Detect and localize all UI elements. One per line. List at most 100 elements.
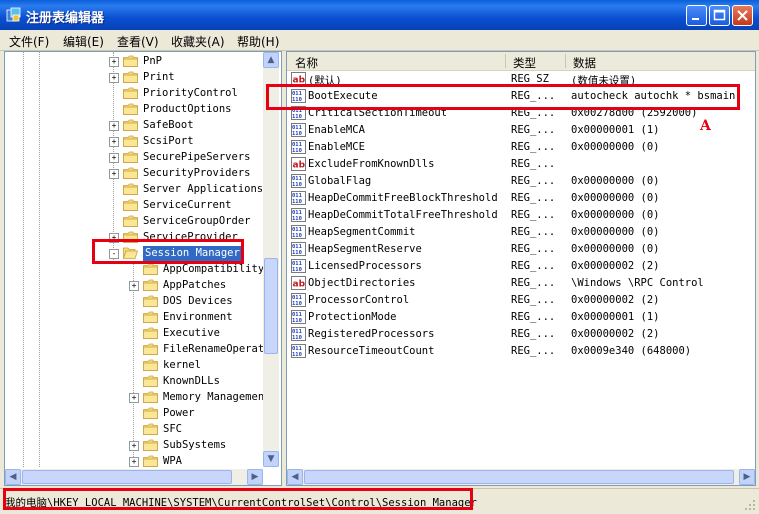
tree-item-label: KnownDLLs [163, 375, 220, 387]
expand-toggle-icon[interactable]: + [109, 169, 119, 179]
tree-vertical-scrollbar[interactable]: ▲ ▼ [263, 52, 279, 467]
close-button[interactable] [732, 5, 753, 26]
tree-item[interactable]: + ScsiPort [5, 134, 261, 150]
expand-toggle-icon[interactable]: + [129, 457, 139, 467]
title-bar[interactable]: 注册表编辑器 [0, 0, 759, 30]
value-data: \Windows \RPC Control [571, 277, 704, 289]
value-type: REG_... [511, 328, 556, 340]
tree-item-label: Environment [163, 311, 233, 323]
expand-toggle-icon[interactable]: + [109, 153, 119, 163]
menu-view[interactable]: 查看(V) [117, 33, 159, 50]
value-row[interactable]: ab ExcludeFromKnownDlls REG_... [287, 156, 755, 173]
menu-edit[interactable]: 编辑(E) [63, 33, 104, 50]
tree-item[interactable]: ServiceCurrent [5, 198, 261, 214]
scroll-up-arrow-icon[interactable]: ▲ [263, 52, 279, 68]
tree-item-label: Power [163, 407, 195, 419]
folder-icon [143, 423, 158, 435]
tree-item[interactable]: + SubSystems [5, 438, 261, 454]
tree-item[interactable]: + SecurePipeServers [5, 150, 261, 166]
tree-item[interactable]: ProductOptions [5, 102, 261, 118]
binary-value-icon: 011 110 [291, 310, 306, 324]
expand-toggle-icon[interactable]: + [129, 393, 139, 403]
expand-toggle-icon[interactable]: + [129, 441, 139, 451]
column-type-header[interactable]: 类型 [513, 55, 536, 71]
tree-vscroll-thumb[interactable] [264, 258, 278, 354]
menu-favorites[interactable]: 收藏夹(A) [171, 33, 225, 50]
scroll-left-arrow-icon[interactable]: ◀ [5, 469, 21, 485]
value-name: ProtectionMode [308, 311, 397, 323]
tree-item[interactable]: + PnP [5, 54, 261, 70]
value-row[interactable]: 011 110 ProtectionMode REG_... 0x00000001 (1… [287, 309, 755, 326]
tree-item[interactable]: PriorityControl [5, 86, 261, 102]
tree-item[interactable]: ServiceGroupOrder [5, 214, 261, 230]
minimize-button[interactable] [686, 5, 707, 26]
binary-value-icon: 011 110 [291, 191, 306, 205]
menu-file[interactable]: 文件(F) [9, 33, 49, 50]
menu-help[interactable]: 帮助(H) [237, 33, 279, 50]
value-row[interactable]: 011 110 ProcessorControl REG_... 0x00000002 … [287, 292, 755, 309]
scroll-right-arrow-icon[interactable]: ▶ [739, 469, 755, 485]
binary-value-icon: 011 110 [291, 208, 306, 222]
tree-item[interactable]: KnownDLLs [5, 374, 261, 390]
expand-toggle-icon[interactable]: + [109, 57, 119, 67]
tree-item[interactable]: + Print [5, 70, 261, 86]
value-row[interactable]: 011 110 LicensedProcessors REG_... 0x0000000… [287, 258, 755, 275]
tree-item-label: SafeBoot [143, 119, 194, 131]
highlight-session-manager [92, 239, 244, 264]
maximize-button[interactable] [709, 5, 730, 26]
value-row[interactable]: 011 110 EnableMCE REG_... 0x00000000 (0) [287, 139, 755, 156]
key-tree-pane[interactable]: + PnP + Print PriorityControl ProductOptions +… [4, 51, 282, 486]
expand-toggle-icon[interactable]: + [109, 121, 119, 131]
scroll-down-arrow-icon[interactable]: ▼ [263, 451, 279, 467]
value-type: REG_... [511, 345, 556, 357]
tree-item[interactable]: AppCompatibility [5, 262, 264, 278]
value-row[interactable]: 011 110 ResourceTimeoutCount REG_... 0x0009e… [287, 343, 755, 360]
value-row[interactable]: 011 110 HeapSegmentCommit REG_... 0x00000000… [287, 224, 755, 241]
tree-item[interactable]: Server Applications [5, 182, 263, 198]
tree-hscroll-thumb[interactable] [22, 470, 232, 484]
tree-item[interactable]: + SafeBoot [5, 118, 261, 134]
value-data: 0x00000000 (0) [571, 209, 660, 221]
value-row[interactable]: 011 110 RegisteredProcessors REG_... 0x00000… [287, 326, 755, 343]
value-row[interactable]: 011 110 HeapSegmentReserve REG_... 0x0000000… [287, 241, 755, 258]
scroll-left-arrow-icon[interactable]: ◀ [287, 469, 303, 485]
tree-item[interactable]: + SecurityProviders [5, 166, 261, 182]
value-row[interactable]: 011 110 HeapDeCommitFreeBlockThreshold REG_… [287, 190, 755, 207]
tree-item[interactable]: kernel [5, 358, 261, 374]
value-type: REG_... [511, 294, 556, 306]
resize-grip-icon[interactable] [744, 499, 756, 511]
tree-item[interactable]: FileRenameOperati [5, 342, 270, 358]
svg-text:110: 110 [292, 318, 302, 324]
values-hscroll-thumb[interactable] [304, 470, 734, 484]
tree-item[interactable]: + WPA [5, 454, 261, 470]
value-type: REG_... [511, 124, 556, 136]
tree-item[interactable]: Environment [5, 310, 261, 326]
column-name-header[interactable]: 名称 [295, 55, 318, 71]
expand-toggle-icon[interactable]: + [109, 137, 119, 147]
value-row[interactable]: 011 110 HeapDeCommitTotalFreeThreshold REG_… [287, 207, 755, 224]
value-row[interactable]: 011 110 EnableMCA REG_... 0x00000001 (1) [287, 122, 755, 139]
scroll-right-arrow-icon[interactable]: ▶ [247, 469, 263, 485]
tree-item[interactable]: + Memory Management [5, 390, 270, 406]
folder-icon [143, 295, 158, 307]
tree-item[interactable]: + AppPatches [5, 278, 261, 294]
folder-icon [143, 359, 158, 371]
tree-item[interactable]: Power [5, 406, 261, 422]
value-data: 0x00000001 (1) [571, 124, 660, 136]
tree-item[interactable]: SFC [5, 422, 261, 438]
tree-item-label: AppPatches [163, 279, 227, 291]
tree-item[interactable]: Executive [5, 326, 261, 342]
value-row[interactable]: ab ObjectDirectories REG_... \Windows \RPC … [287, 275, 755, 292]
binary-value-icon: 011 110 [291, 225, 306, 239]
expand-toggle-icon[interactable]: + [109, 73, 119, 83]
tree-item[interactable]: DOS Devices [5, 294, 261, 310]
expand-toggle-icon[interactable]: + [129, 281, 139, 291]
column-divider[interactable] [505, 54, 506, 68]
column-divider[interactable] [565, 54, 566, 68]
column-data-header[interactable]: 数据 [573, 55, 596, 71]
values-pane[interactable]: 名称 类型 数据 ab (默认) REG_SZ (数值未设置) 011 110 BootEx… [286, 51, 756, 486]
minimize-icon [692, 18, 699, 20]
values-horizontal-scrollbar[interactable]: ◀ ▶ [287, 469, 755, 485]
tree-horizontal-scrollbar[interactable]: ◀ ▶ [5, 469, 263, 485]
value-row[interactable]: 011 110 GlobalFlag REG_... 0x00000000 (0) [287, 173, 755, 190]
